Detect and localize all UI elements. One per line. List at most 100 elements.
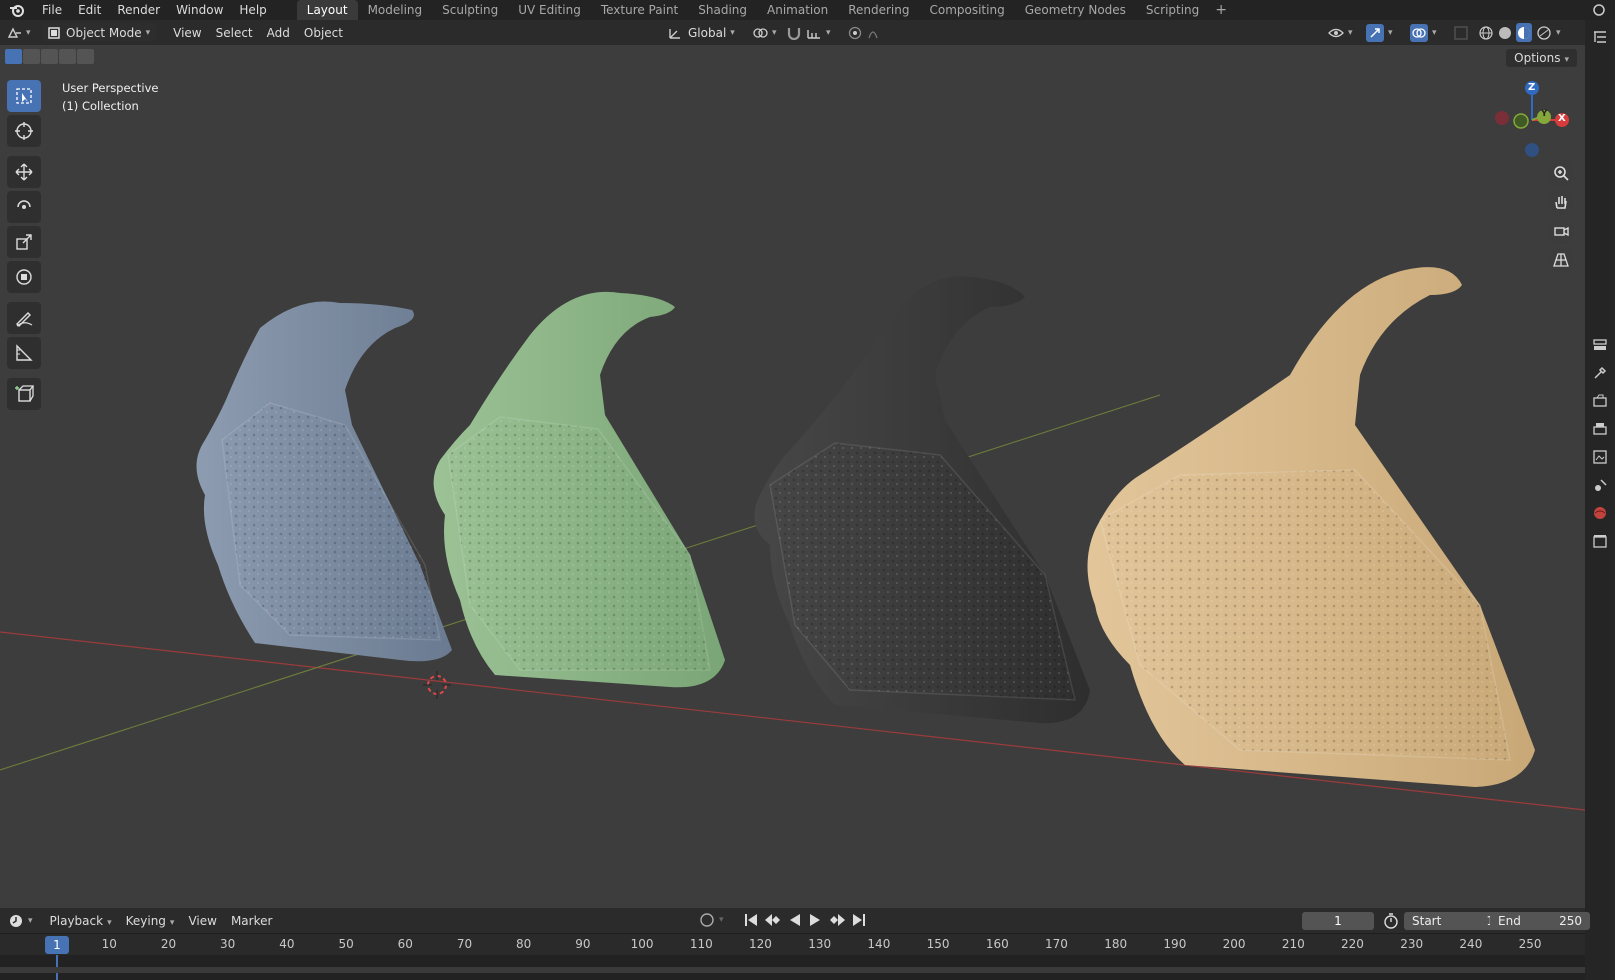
shading-wireframe[interactable] bbox=[1478, 23, 1494, 42]
select-intersect-icon[interactable] bbox=[77, 49, 94, 64]
menu-help[interactable]: Help bbox=[231, 0, 274, 20]
play-reverse-icon[interactable] bbox=[788, 912, 802, 928]
gizmo-toggle[interactable]: ▾ bbox=[1366, 23, 1393, 42]
overlays-toggle[interactable]: ▾ bbox=[1410, 23, 1437, 42]
collection-label: (1) Collection bbox=[62, 99, 139, 113]
timeline-menu-keying[interactable]: Keying ▾ bbox=[119, 914, 182, 928]
falloff-dropdown[interactable] bbox=[867, 23, 889, 42]
current-frame-field[interactable]: 1 bbox=[1302, 912, 1374, 930]
header-menu-select[interactable]: Select bbox=[209, 23, 260, 42]
timeline-ruler[interactable]: 10 20 30 40 50 60 70 80 90 100 110 120 130 140 150 160 1… bbox=[0, 933, 1585, 956]
xray-toggle[interactable] bbox=[1454, 23, 1468, 42]
jump-keyframe-back-icon[interactable] bbox=[764, 912, 782, 928]
add-cube-icon bbox=[15, 385, 34, 402]
gizmo-x-label[interactable]: X bbox=[1558, 113, 1566, 124]
tab-geometry-nodes[interactable]: Geometry Nodes bbox=[1015, 0, 1136, 20]
visibility-dropdown[interactable]: ▾ bbox=[1328, 23, 1353, 42]
jump-end-icon[interactable] bbox=[852, 912, 866, 928]
zoom-icon bbox=[1554, 166, 1569, 181]
rotate-tool[interactable] bbox=[7, 191, 41, 223]
snap-toggle[interactable] bbox=[786, 23, 802, 42]
ruler-label-170: 170 bbox=[1045, 937, 1068, 951]
menu-window[interactable]: Window bbox=[168, 0, 231, 20]
zoom-button[interactable] bbox=[1548, 160, 1574, 186]
3d-viewport[interactable]: User Perspective (1) Collection Options ▾… bbox=[0, 45, 1585, 908]
world-properties-icon[interactable] bbox=[1585, 499, 1615, 527]
jump-keyframe-forward-icon[interactable] bbox=[828, 912, 846, 928]
start-frame-field[interactable]: Start 1 bbox=[1404, 912, 1502, 930]
options-dropdown[interactable]: Options ▾ bbox=[1506, 49, 1577, 67]
add-cube-tool[interactable] bbox=[7, 378, 41, 410]
scale-tool[interactable] bbox=[7, 226, 41, 258]
end-frame-field[interactable]: End 250 bbox=[1490, 912, 1590, 930]
timeline-body[interactable] bbox=[0, 955, 1585, 980]
select-new-icon[interactable] bbox=[5, 49, 22, 64]
select-box-tool[interactable] bbox=[7, 80, 41, 112]
tab-layout[interactable]: Layout bbox=[296, 0, 358, 20]
tab-animation[interactable]: Animation bbox=[757, 0, 838, 20]
proportional-edit-toggle[interactable] bbox=[847, 23, 863, 42]
preview-range-toggle[interactable] bbox=[1382, 912, 1400, 933]
header-menu-object[interactable]: Object bbox=[297, 23, 350, 42]
select-subtract-icon[interactable] bbox=[41, 49, 58, 64]
outliner-icon[interactable] bbox=[1585, 23, 1615, 51]
perspective-toggle-button[interactable] bbox=[1548, 247, 1574, 273]
menu-render[interactable]: Render bbox=[109, 0, 168, 20]
timeline-menu-view[interactable]: View bbox=[181, 914, 223, 928]
blender-logo-icon[interactable] bbox=[0, 0, 34, 20]
gizmo-z-label[interactable]: Z bbox=[1528, 82, 1535, 93]
tab-compositing[interactable]: Compositing bbox=[919, 0, 1014, 20]
jump-start-icon[interactable] bbox=[744, 912, 758, 928]
add-workspace-button[interactable]: + bbox=[1209, 0, 1233, 20]
mode-dropdown[interactable]: Object Mode ▾ bbox=[42, 23, 157, 42]
select-difference-icon[interactable] bbox=[59, 49, 76, 64]
tab-uv-editing[interactable]: UV Editing bbox=[508, 0, 591, 20]
scene-icon[interactable] bbox=[1591, 2, 1611, 21]
play-icon[interactable] bbox=[808, 912, 822, 928]
menu-edit[interactable]: Edit bbox=[70, 0, 109, 20]
camera-view-button[interactable] bbox=[1548, 218, 1574, 244]
menu-file[interactable]: File bbox=[34, 0, 70, 20]
collection-properties-icon[interactable] bbox=[1585, 527, 1615, 555]
select-extend-icon[interactable] bbox=[23, 49, 40, 64]
current-frame-marker-label: 1 bbox=[53, 938, 61, 952]
measure-tool[interactable] bbox=[7, 337, 41, 369]
rotate-icon bbox=[17, 200, 31, 209]
output-properties-icon[interactable] bbox=[1585, 415, 1615, 443]
annotate-tool[interactable] bbox=[7, 302, 41, 334]
tab-modeling[interactable]: Modeling bbox=[358, 0, 433, 20]
header-menu-view[interactable]: View bbox=[166, 23, 208, 42]
header-menu-add[interactable]: Add bbox=[260, 23, 297, 42]
orientation-dropdown[interactable]: Global ▾ bbox=[668, 23, 735, 42]
timeline-editor-type-button[interactable]: ▾ bbox=[8, 913, 33, 929]
shading-rendered[interactable]: ▾ bbox=[1536, 23, 1561, 42]
tab-shading[interactable]: Shading bbox=[688, 0, 757, 20]
pan-button[interactable] bbox=[1548, 189, 1574, 215]
pivot-point-dropdown[interactable]: ▾ bbox=[752, 23, 777, 42]
move-icon bbox=[15, 163, 33, 181]
transform-tool[interactable] bbox=[7, 261, 41, 293]
render-properties-icon[interactable] bbox=[1585, 387, 1615, 415]
scene-properties-icon[interactable] bbox=[1585, 471, 1615, 499]
timeline-menu-playback[interactable]: Playback ▾ bbox=[43, 914, 119, 928]
shading-solid[interactable] bbox=[1497, 23, 1513, 42]
gizmo-y-label[interactable]: Y bbox=[1541, 109, 1548, 119]
tool-properties-icon[interactable] bbox=[1585, 331, 1615, 359]
shading-material[interactable] bbox=[1516, 23, 1532, 42]
view-layer-properties-icon[interactable] bbox=[1585, 443, 1615, 471]
tab-rendering[interactable]: Rendering bbox=[838, 0, 919, 20]
timeline-scrollbar[interactable] bbox=[0, 967, 1585, 973]
cursor-tool[interactable] bbox=[7, 115, 41, 147]
tab-texture-paint[interactable]: Texture Paint bbox=[591, 0, 688, 20]
editor-type-button[interactable]: ▾ bbox=[8, 23, 36, 42]
current-frame-marker[interactable]: 1 bbox=[45, 936, 69, 954]
move-tool[interactable] bbox=[7, 156, 41, 188]
tool-wrench-icon[interactable] bbox=[1585, 359, 1615, 387]
ruler-label-80: 80 bbox=[516, 937, 532, 951]
autokey-toggle[interactable]: ▾ bbox=[699, 912, 724, 928]
tab-scripting[interactable]: Scripting bbox=[1136, 0, 1209, 20]
snap-target-dropdown[interactable]: ▾ bbox=[806, 23, 831, 42]
ruler-label-100: 100 bbox=[630, 937, 654, 951]
timeline-menu-marker[interactable]: Marker bbox=[224, 914, 279, 928]
tab-sculpting[interactable]: Sculpting bbox=[432, 0, 508, 20]
